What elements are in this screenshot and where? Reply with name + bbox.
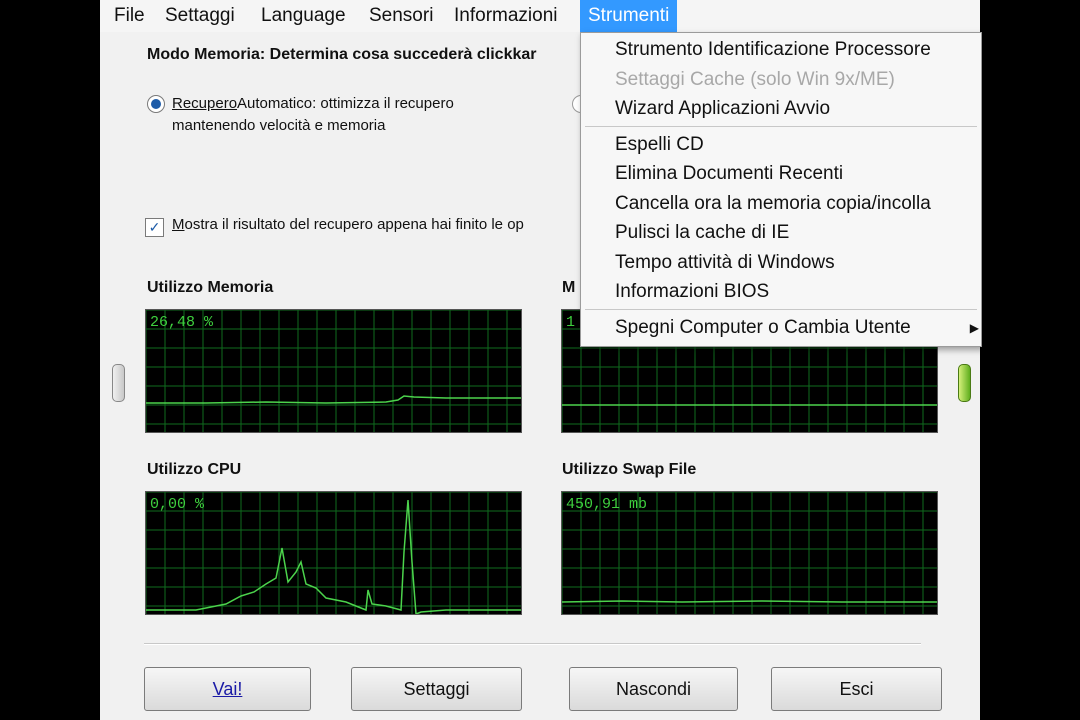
memory-usage-label: Utilizzo Memoria [147, 279, 274, 296]
menu-separator-1 [585, 126, 977, 127]
cpu-usage-graph: 0,00 % [145, 491, 522, 615]
checkbox-label-rest: ostra il risultato del recupero appena h… [184, 216, 524, 233]
menu-eject-cd[interactable]: Espelli CD [615, 134, 704, 156]
submenu-arrow-icon: ▶ [969, 321, 979, 335]
tools-dropdown-menu: Strumento Identificazione Processore Set… [580, 32, 982, 347]
memory-mode-title: Modo Memoria: Determina cosa succederà c… [147, 46, 537, 63]
swap-usage-value: 450,91 mb [566, 496, 648, 513]
menu-startup-wizard[interactable]: Wizard Applicazioni Avvio [615, 98, 830, 120]
menu-clear-ie-cache[interactable]: Pulisci la cache di IE [615, 222, 789, 244]
left-scroll-handle[interactable] [112, 364, 125, 402]
radio-automatic-recovery[interactable] [147, 95, 165, 113]
swap-usage-label: Utilizzo Swap File [562, 461, 697, 478]
cpu-graph-line [146, 499, 521, 614]
radio-label-rest: Automatico: ottimizza il recupero [237, 95, 454, 112]
menu-delete-recent-docs[interactable]: Elimina Documenti Recenti [615, 163, 843, 185]
memory-usage-graph: 26,48 % [145, 309, 522, 433]
menu-processor-identification[interactable]: Strumento Identificazione Processore [615, 39, 931, 61]
menu-clear-clipboard[interactable]: Cancella ora la memoria copia/incolla [615, 193, 931, 215]
swap-graph-line [562, 600, 937, 603]
second-usage-value: 1 [566, 314, 576, 331]
go-button[interactable]: Vai! [144, 667, 311, 711]
menu-strumenti[interactable]: Strumenti [580, 0, 678, 32]
radio-automatic-recovery-label[interactable]: RecuperoAutomatico: ottimizza il recuper… [172, 93, 454, 137]
second-graph-label: M [562, 279, 576, 296]
cpu-usage-value: 0,00 % [150, 496, 205, 513]
bottom-divider [144, 643, 921, 645]
menu-windows-uptime[interactable]: Tempo attività di Windows [615, 252, 835, 274]
checkbox-label-underlined: M [172, 216, 185, 233]
menu-file[interactable]: File [106, 0, 153, 32]
right-scroll-handle[interactable] [958, 364, 971, 402]
settings-button[interactable]: Settaggi [351, 667, 522, 711]
hide-button[interactable]: Nascondi [569, 667, 738, 711]
memory-usage-value: 26,48 % [150, 314, 214, 331]
exit-button[interactable]: Esci [771, 667, 942, 711]
menu-shutdown-switch-user[interactable]: Spegni Computer o Cambia Utente [615, 317, 911, 339]
menu-bios-info[interactable]: Informazioni BIOS [615, 281, 769, 303]
cpu-usage-label: Utilizzo CPU [147, 461, 242, 478]
radio-label-underlined: Recupero [172, 95, 238, 112]
swap-usage-graph: 450,91 mb [561, 491, 938, 615]
menu-settaggi[interactable]: Settaggi [157, 0, 243, 32]
menu-cache-settings: Settaggi Cache (solo Win 9x/ME) [615, 69, 895, 90]
memory-graph-line [146, 395, 521, 404]
menu-separator-2 [585, 309, 977, 310]
radio-label-line2: mantenendo velocità e memoria [172, 117, 386, 134]
menu-sensori[interactable]: Sensori [361, 0, 441, 32]
show-result-checkbox[interactable]: ✓ [145, 218, 164, 237]
show-result-label[interactable]: Mostra il risultato del recupero appena … [172, 216, 524, 233]
menu-language[interactable]: Language [253, 0, 354, 32]
menu-informazioni[interactable]: Informazioni [446, 0, 566, 32]
menu-bar: File Settaggi Language Sensori Informazi… [100, 0, 980, 32]
